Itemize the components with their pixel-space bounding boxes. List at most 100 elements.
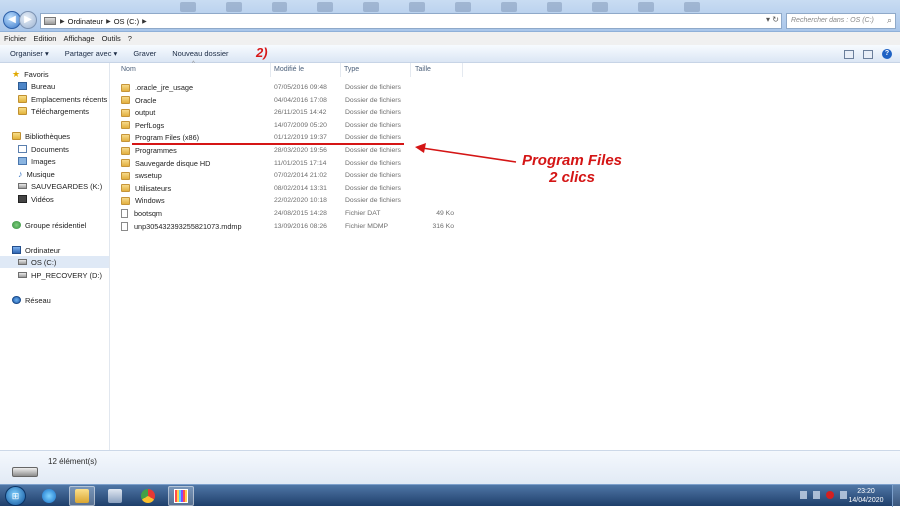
file-modified: 24/08/2015 14:28 [274, 210, 327, 217]
nav-favorites[interactable]: ★ Favoris [12, 68, 49, 80]
file-name: Windows [135, 196, 165, 206]
column-divider[interactable] [410, 63, 411, 77]
show-desktop-button[interactable] [892, 485, 900, 507]
tray-arrow-icon[interactable] [800, 491, 807, 499]
menu-help[interactable]: ? [128, 34, 132, 43]
folder-icon [121, 196, 130, 205]
nav-music[interactable]: ♪ Musique [18, 168, 55, 180]
share-with-button[interactable]: Partager avec ▾ [65, 49, 118, 58]
nav-label: SAUVEGARDES (K:) [31, 181, 103, 191]
item-count: 12 élément(s) [48, 457, 97, 466]
details-pane: 12 élément(s) [0, 450, 900, 484]
folder-icon [121, 133, 130, 142]
file-modified: 26/11/2015 14:42 [274, 109, 327, 117]
nav-recovery-drive[interactable]: HP_RECOVERY (D:) [18, 269, 102, 281]
taskbar-internet-explorer[interactable] [36, 486, 62, 506]
nav-images[interactable]: Images [18, 155, 56, 167]
menu-tools[interactable]: Outils [102, 34, 121, 43]
nav-label: Documents [31, 144, 69, 154]
search-icon[interactable]: ⌕ [887, 15, 892, 26]
view-controls: ? [844, 49, 892, 59]
taskbar-explorer[interactable] [69, 486, 95, 506]
nav-homegroup[interactable]: Groupe résidentiel [12, 219, 86, 231]
start-button[interactable]: ⊞ [5, 486, 26, 506]
menu-file[interactable]: Fichier [4, 34, 27, 43]
column-name[interactable]: Nom [121, 66, 136, 73]
nav-documents[interactable]: Documents [18, 143, 69, 155]
menu-view[interactable]: Affichage [63, 34, 94, 43]
column-divider[interactable] [462, 63, 463, 77]
column-modified[interactable]: Modifié le [274, 66, 304, 73]
burn-button[interactable]: Graver [133, 49, 156, 58]
file-name-cell: Oracle [121, 96, 157, 105]
organize-button[interactable]: Organiser ▾ [10, 49, 49, 58]
file-name: swsetup [135, 171, 162, 181]
new-folder-button[interactable]: Nouveau dossier [172, 49, 228, 58]
file-row[interactable]: .oracle_jre_usage 07/05/2016 09:48 Dossier… [110, 82, 570, 94]
antivirus-icon[interactable] [826, 491, 834, 499]
volume-icon[interactable] [813, 491, 820, 499]
arrow-right-icon: ▶ [24, 14, 32, 25]
forward-button[interactable]: ▶ [19, 11, 37, 29]
nav-videos[interactable]: Vidéos [18, 193, 54, 205]
chevron-right-icon: ▶ [142, 18, 147, 25]
file-row[interactable]: unp305432393255821073.mdmp 13/09/2016 08:… [110, 221, 570, 233]
column-divider[interactable] [340, 63, 341, 77]
instruction-line-2: 2 clics [549, 169, 595, 186]
file-name: Sauvegarde disque HD [135, 158, 211, 168]
taskbar-network-app[interactable] [102, 486, 128, 506]
network-app-icon [108, 489, 122, 503]
nav-computer[interactable]: Ordinateur [12, 244, 60, 256]
nav-network[interactable]: Réseau [12, 294, 51, 306]
file-row[interactable]: PerfLogs 14/07/2009 05:20 Dossier de fichi… [110, 120, 570, 132]
nav-desktop[interactable]: Bureau [18, 80, 55, 92]
file-row[interactable]: Oracle 04/04/2016 17:08 Dossier de fichier… [110, 95, 570, 107]
nav-downloads[interactable]: Téléchargements [18, 105, 89, 117]
address-bar[interactable]: ▶ Ordinateur ▶ OS (C:) ▶ ▾ ↻ [40, 13, 782, 29]
breadcrumb-computer[interactable]: Ordinateur [68, 17, 103, 26]
file-name-cell: Utilisateurs [121, 184, 171, 193]
system-tray [800, 491, 847, 499]
nav-recent-places[interactable]: Emplacements récents [18, 93, 107, 105]
file-type: Dossier de fichiers [345, 184, 401, 192]
file-row[interactable]: Windows 22/02/2020 10:18 Dossier de fichie… [110, 195, 570, 207]
taskbar-chrome[interactable] [135, 486, 161, 506]
preview-pane-icon[interactable] [863, 49, 873, 59]
file-modified: 07/05/2016 09:48 [274, 84, 327, 91]
file-type: Fichier DAT [345, 210, 381, 217]
file-modified: 08/02/2014 13:31 [274, 184, 327, 192]
file-row[interactable]: Utilisateurs 08/02/2014 13:31 Dossier de f… [110, 183, 570, 195]
desktop-icon [18, 82, 27, 90]
drive-icon [18, 272, 27, 278]
title-bar: ◀ ▶ ▶ Ordinateur ▶ OS (C:) ▶ ▾ ↻ Recherc… [0, 0, 900, 32]
nav-label: Réseau [25, 295, 51, 305]
file-type: Dossier de fichiers [345, 172, 401, 180]
file-name-cell: output [121, 108, 155, 117]
column-size[interactable]: Taille [415, 66, 431, 73]
nav-os-drive[interactable]: OS (C:) [0, 256, 109, 268]
nav-label: HP_RECOVERY (D:) [31, 270, 102, 280]
menu-edit[interactable]: Edition [34, 34, 57, 43]
recent-places-icon [18, 95, 27, 103]
clock[interactable]: 23:20 14/04/2020 [846, 487, 886, 505]
column-type[interactable]: Type [344, 66, 359, 73]
navigation-pane: ★ Favoris Bureau Emplacements récents Tél… [0, 63, 110, 450]
column-divider[interactable] [270, 63, 271, 77]
refresh-icon[interactable]: ▾ ↻ [766, 15, 779, 24]
folder-icon [121, 159, 130, 168]
taskbar-photo-app[interactable] [168, 486, 194, 506]
file-row[interactable]: bootsqm 24/08/2015 14:28 Fichier DAT 49 Ko [110, 208, 570, 220]
search-input[interactable]: Rechercher dans : OS (C:) ⌕ [786, 13, 896, 29]
command-bar: Organiser ▾ Partager avec ▾ Graver Nouve… [0, 45, 900, 63]
view-options-icon[interactable] [844, 49, 854, 59]
file-name: output [135, 108, 156, 118]
file-type: Fichier MDMP [345, 222, 389, 230]
file-row[interactable]: output 26/11/2015 14:42 Dossier de fichier… [110, 107, 570, 119]
file-row[interactable]: swsetup 07/02/2014 21:02 Dossier de fichie… [110, 170, 570, 182]
nav-libraries[interactable]: Bibliothèques [12, 130, 70, 142]
file-name-cell: Programmes [121, 146, 177, 155]
help-icon[interactable]: ? [882, 49, 892, 59]
breadcrumb-os-drive[interactable]: OS (C:) [114, 17, 139, 26]
nav-backups-drive[interactable]: SAUVEGARDES (K:) [18, 180, 102, 192]
file-name-cell: swsetup [121, 171, 162, 180]
